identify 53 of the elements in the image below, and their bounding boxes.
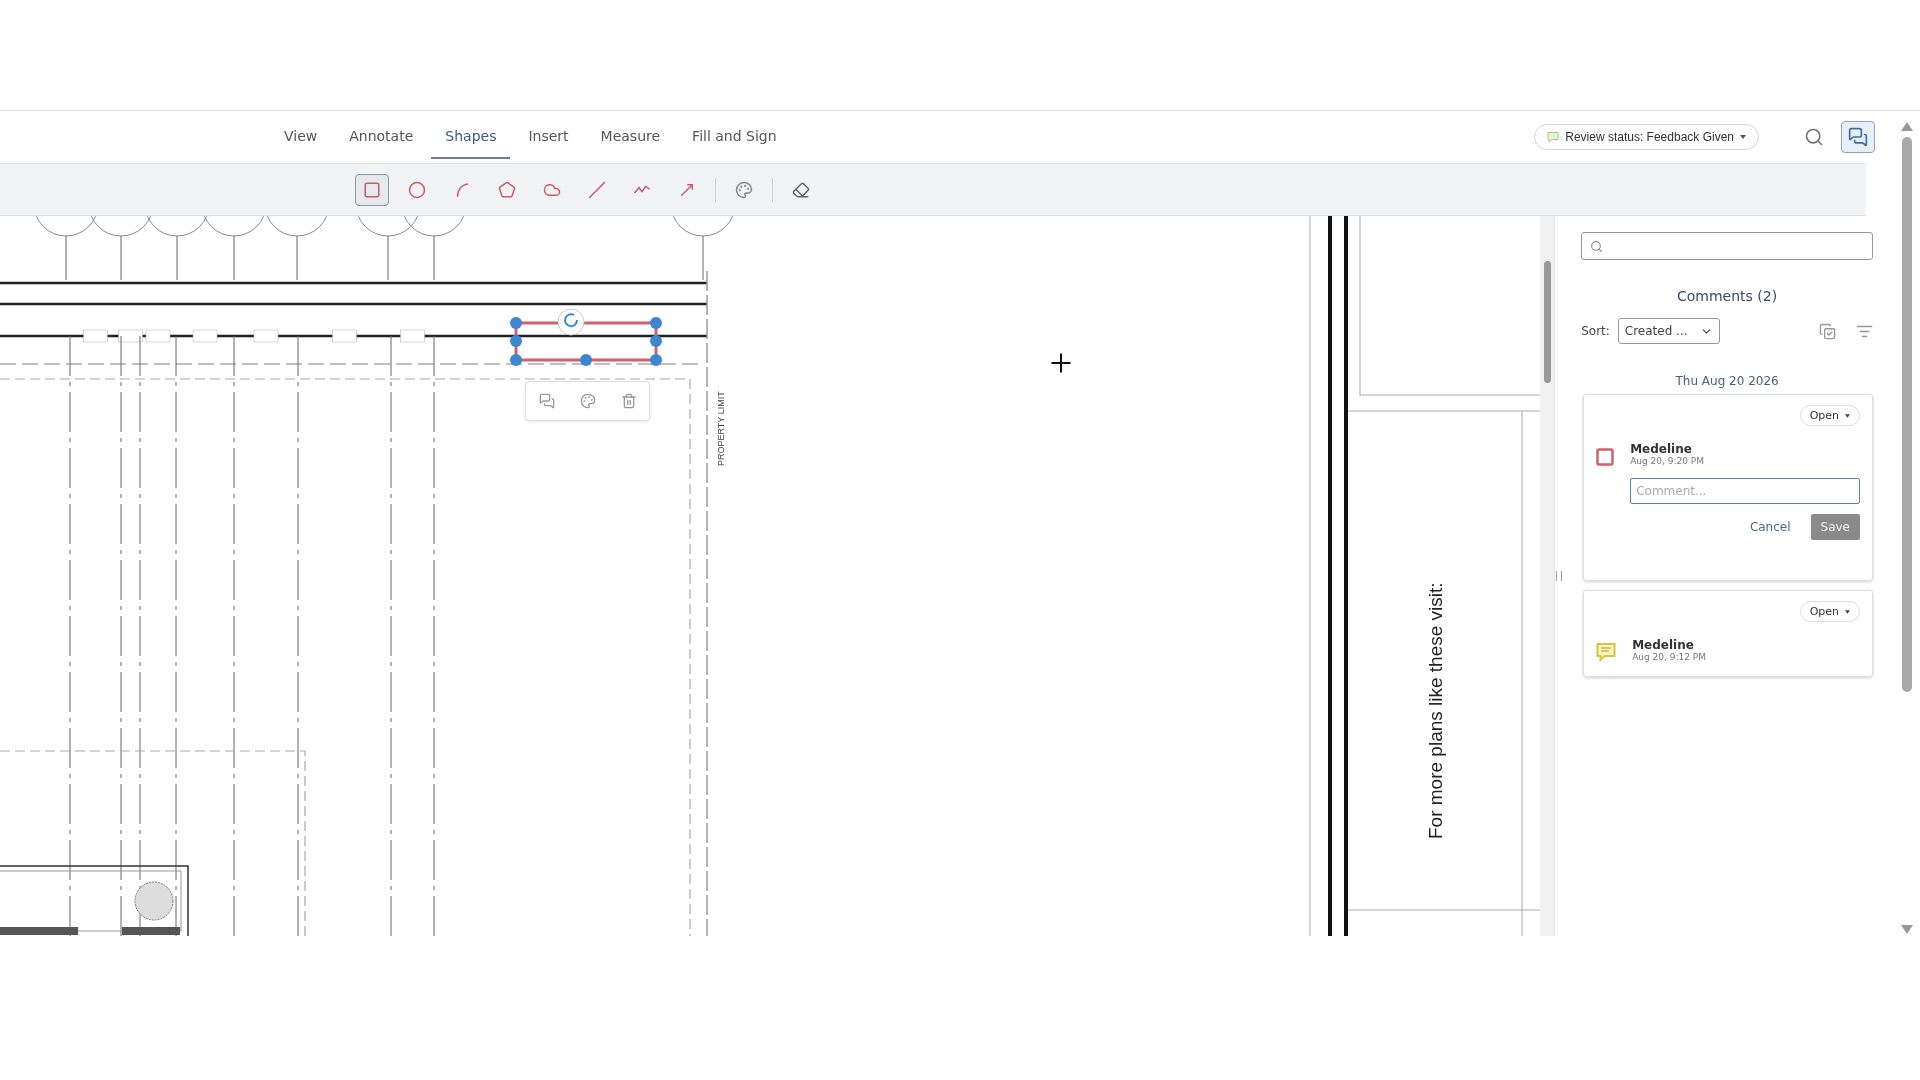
menu-tab[interactable]: Insert bbox=[514, 115, 583, 159]
sort-dropdown[interactable]: Created ... bbox=[1617, 318, 1720, 344]
caret-icon bbox=[1845, 609, 1850, 614]
note-icon bbox=[1596, 642, 1617, 662]
select-all-button[interactable] bbox=[1819, 322, 1836, 340]
caret-icon bbox=[1845, 413, 1850, 418]
menu-tab[interactable]: Annotate bbox=[335, 115, 428, 159]
panel-title: Comments (2) bbox=[1676, 288, 1779, 304]
comment-button[interactable] bbox=[538, 393, 555, 409]
search-icon bbox=[1804, 127, 1824, 147]
search-icon bbox=[1590, 239, 1604, 253]
delete-button[interactable] bbox=[620, 393, 637, 409]
page-scrollbar-thumb[interactable] bbox=[1901, 137, 1912, 692]
rectangle-icon bbox=[363, 180, 381, 199]
menu-tab[interactable]: Shapes bbox=[431, 115, 511, 159]
pentagon-icon bbox=[498, 180, 516, 199]
palette-icon bbox=[735, 180, 753, 199]
scroll-up-icon[interactable] bbox=[1900, 122, 1913, 131]
date-heading: Thu Aug 20 2026 bbox=[1674, 374, 1780, 388]
status-dropdown[interactable]: Open bbox=[1799, 405, 1860, 426]
menu-tab[interactable]: View bbox=[270, 115, 332, 159]
scroll-down-icon[interactable] bbox=[1900, 925, 1913, 934]
rotate-handle[interactable] bbox=[557, 308, 585, 336]
cancel-button[interactable]: Cancel bbox=[1743, 519, 1797, 535]
line-icon bbox=[588, 180, 606, 199]
style-button[interactable] bbox=[579, 393, 596, 409]
comment-time: Aug 20, 9:12 PM bbox=[1632, 652, 1708, 662]
search-field[interactable] bbox=[1581, 232, 1873, 260]
menu-tab[interactable]: Measure bbox=[586, 115, 675, 159]
comment-icon bbox=[1547, 131, 1560, 143]
status-dropdown[interactable]: Open bbox=[1799, 601, 1860, 622]
trash-icon bbox=[620, 393, 637, 409]
selected-rectangle[interactable] bbox=[510, 317, 662, 366]
author-name: Medeline bbox=[1630, 442, 1693, 456]
scrollbar-thumb[interactable] bbox=[1543, 261, 1551, 383]
comments-icon bbox=[1848, 127, 1868, 147]
comment-time: Aug 20, 9:20 PM bbox=[1630, 456, 1706, 466]
palette-icon bbox=[579, 393, 596, 409]
plans-note: For more plans like these visit: bbox=[1425, 582, 1446, 839]
eraser-icon bbox=[792, 180, 810, 199]
comments-toggle-button[interactable] bbox=[1841, 121, 1875, 153]
author-name: Medeline bbox=[1632, 638, 1695, 652]
review-status-dropdown[interactable]: Review status: Feedback Given bbox=[1534, 124, 1759, 150]
rectangle-tool[interactable] bbox=[355, 173, 389, 206]
caret-icon bbox=[1740, 135, 1746, 139]
menu-tab[interactable]: Fill and Sign bbox=[678, 115, 791, 159]
comment-icon bbox=[538, 393, 555, 409]
property-limit-label: PROPERTY LIMIT bbox=[716, 391, 726, 466]
sort-label: Sort: bbox=[1581, 324, 1610, 338]
circle-icon bbox=[408, 180, 426, 199]
rectangle-icon bbox=[1596, 448, 1615, 466]
checkbox-copy-icon bbox=[1819, 322, 1836, 340]
comment-input[interactable]: Comment... bbox=[1630, 478, 1860, 504]
